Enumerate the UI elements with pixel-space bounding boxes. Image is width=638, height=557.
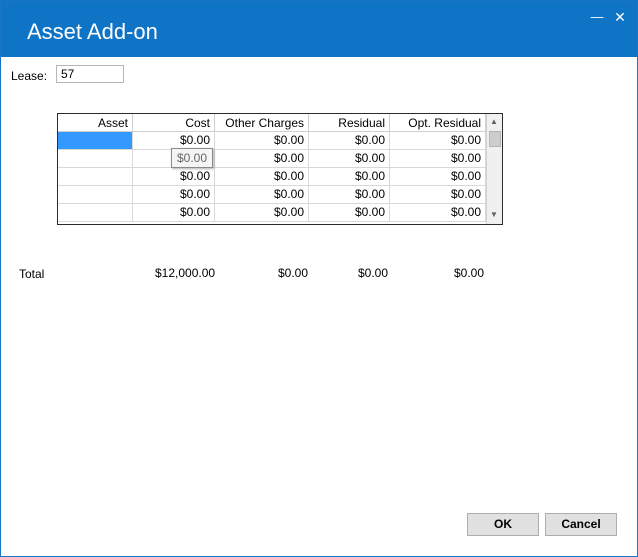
cell-tooltip: $0.00: [171, 148, 213, 168]
residual-cell[interactable]: $0.00: [309, 132, 390, 150]
other-charges-cell[interactable]: $0.00: [215, 150, 309, 168]
asset-cell[interactable]: [58, 204, 133, 222]
opt-residual-cell[interactable]: $0.00: [390, 204, 486, 222]
close-button[interactable]: ✕: [609, 7, 631, 27]
table-row[interactable]: $0.00 $0.00 $0.00 $0.00: [58, 186, 486, 204]
opt-residual-cell[interactable]: $0.00: [390, 186, 486, 204]
column-header-other-charges[interactable]: Other Charges: [215, 114, 309, 132]
column-header-cost[interactable]: Cost: [133, 114, 215, 132]
asset-cell[interactable]: [58, 132, 133, 150]
total-other-charges: $0.00: [278, 266, 309, 280]
asset-cell[interactable]: [58, 150, 133, 168]
dialog-title: Asset Add-on: [27, 19, 158, 44]
lease-label: Lease:: [11, 69, 48, 83]
ok-button[interactable]: OK: [467, 513, 539, 536]
scroll-up-arrow-icon[interactable]: ▲: [490, 117, 498, 126]
table-row[interactable]: $0.00 $0.00 $0.00 $0.00: [58, 132, 486, 150]
lease-input[interactable]: [56, 65, 124, 83]
table-row[interactable]: $0.00 $0.00 $0.00: [58, 150, 486, 168]
scrollbar-thumb[interactable]: [489, 131, 501, 147]
scroll-down-arrow-icon[interactable]: ▼: [490, 210, 498, 219]
grid-scrollbar[interactable]: ▲ ▼: [486, 114, 502, 224]
residual-cell[interactable]: $0.00: [309, 150, 390, 168]
residual-cell[interactable]: $0.00: [309, 204, 390, 222]
total-label: Total: [19, 267, 45, 281]
cost-cell[interactable]: $0.00: [133, 186, 215, 204]
asset-grid: Asset Cost Other Charges Residual Opt. R…: [57, 113, 503, 225]
asset-cell[interactable]: [58, 186, 133, 204]
residual-cell[interactable]: $0.00: [309, 186, 390, 204]
other-charges-cell[interactable]: $0.00: [215, 186, 309, 204]
opt-residual-cell[interactable]: $0.00: [390, 150, 486, 168]
column-header-opt-residual[interactable]: Opt. Residual: [390, 114, 486, 132]
total-residual: $0.00: [358, 266, 389, 280]
asset-cell[interactable]: [58, 168, 133, 186]
cost-cell[interactable]: $0.00: [133, 168, 215, 186]
cancel-button[interactable]: Cancel: [545, 513, 617, 536]
table-row[interactable]: $0.00 $0.00 $0.00 $0.00: [58, 168, 486, 186]
column-header-asset[interactable]: Asset: [58, 114, 133, 132]
table-row[interactable]: $0.00 $0.00 $0.00 $0.00: [58, 204, 486, 222]
other-charges-cell[interactable]: $0.00: [215, 132, 309, 150]
total-opt-residual: $0.00: [454, 266, 485, 280]
title-bar: Asset Add-on — ✕: [1, 1, 637, 57]
opt-residual-cell[interactable]: $0.00: [390, 132, 486, 150]
opt-residual-cell[interactable]: $0.00: [390, 168, 486, 186]
cost-cell[interactable]: $0.00: [133, 204, 215, 222]
other-charges-cell[interactable]: $0.00: [215, 204, 309, 222]
column-header-residual[interactable]: Residual: [309, 114, 390, 132]
total-cost: $12,000.00: [155, 266, 216, 280]
minimize-button[interactable]: —: [586, 7, 608, 27]
asset-addon-dialog: Asset Add-on — ✕ Lease: Asset Cost Other…: [0, 0, 638, 557]
residual-cell[interactable]: $0.00: [309, 168, 390, 186]
other-charges-cell[interactable]: $0.00: [215, 168, 309, 186]
